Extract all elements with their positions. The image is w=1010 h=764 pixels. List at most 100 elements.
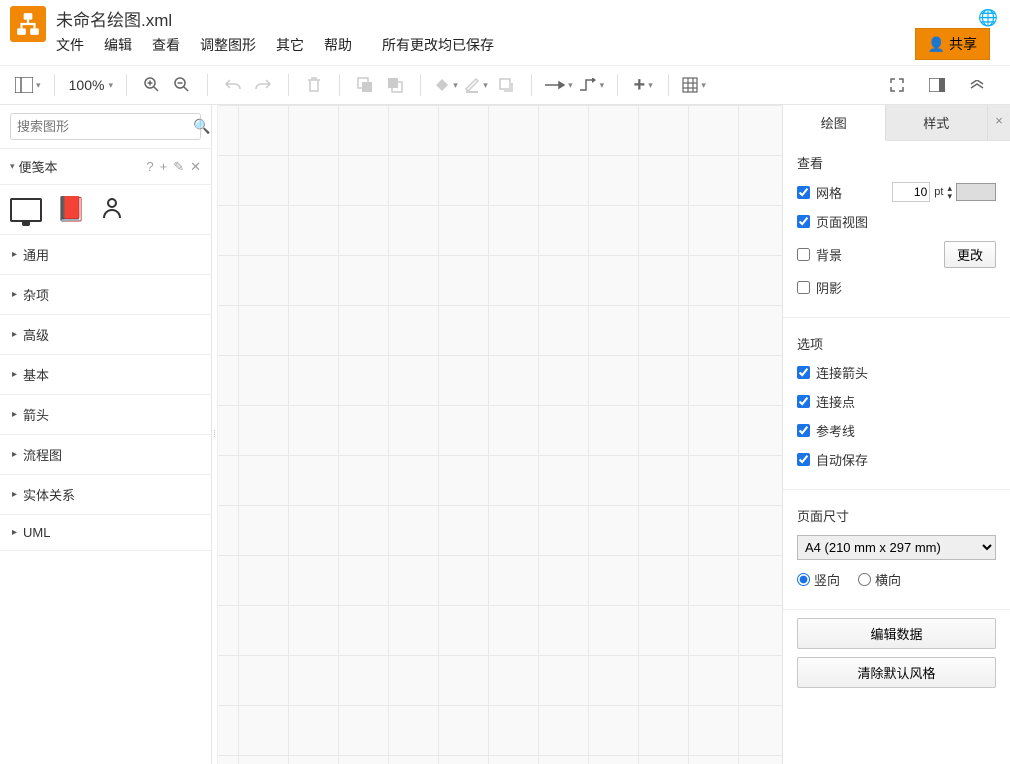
scratchpad-label: 便笺本: [19, 157, 147, 176]
menu-help[interactable]: 帮助: [324, 35, 352, 55]
stepper-icon[interactable]: ▴▾: [947, 184, 952, 200]
language-icon[interactable]: 🌐: [978, 8, 998, 28]
grid-unit: pt: [934, 186, 943, 198]
menu-extras[interactable]: 其它: [276, 35, 304, 55]
category-uml[interactable]: UML: [0, 515, 211, 551]
scratchpad-shapes: 📕: [0, 185, 211, 234]
document-title[interactable]: 未命名绘图.xml: [56, 6, 172, 31]
add-icon[interactable]: +: [160, 159, 168, 175]
pagesize-select[interactable]: A4 (210 mm x 297 mm): [797, 535, 996, 560]
divider: [783, 317, 1010, 318]
points-checkbox[interactable]: [797, 395, 810, 408]
toolbar: 100% +: [0, 65, 1010, 105]
person-shape-icon[interactable]: [100, 196, 124, 223]
help-icon[interactable]: ?: [146, 159, 153, 175]
app-logo: [10, 6, 46, 42]
to-front-icon[interactable]: [353, 72, 377, 98]
grid-size-input[interactable]: [892, 182, 930, 202]
clear-styles-button[interactable]: 清除默认风格: [797, 657, 996, 688]
person-icon: 👤: [928, 36, 945, 53]
share-button[interactable]: 👤 共享: [915, 28, 990, 60]
view-section: 查看 网格 pt ▴▾ 页面视图 背景 更改 阴影: [783, 141, 1010, 313]
category-er[interactable]: 实体关系: [0, 475, 211, 515]
divider: [783, 489, 1010, 490]
shadow-row: 阴影: [797, 278, 996, 297]
category-advanced[interactable]: 高级: [0, 315, 211, 355]
guides-row: 参考线: [797, 421, 996, 440]
monitor-shape-icon[interactable]: [10, 198, 42, 222]
autosave-checkbox[interactable]: [797, 453, 810, 466]
separator: [617, 74, 618, 96]
sidebar: 🔍 ▾ 便笺本 ? + ✎ ✕ 📕 通用 杂项 高级 基本 箭头 流程图 实体关…: [0, 105, 212, 764]
share-label: 共享: [949, 34, 977, 54]
menu-arrange[interactable]: 调整图形: [200, 35, 256, 55]
menu-file[interactable]: 文件: [56, 35, 84, 55]
category-flowchart[interactable]: 流程图: [0, 435, 211, 475]
fill-color-dropdown[interactable]: [434, 72, 458, 98]
table-dropdown[interactable]: [682, 72, 706, 98]
view-mode-dropdown[interactable]: [15, 72, 41, 98]
redo-icon[interactable]: [251, 72, 275, 98]
collapse-icon[interactable]: [965, 72, 989, 98]
category-basic[interactable]: 基本: [0, 355, 211, 395]
search-box[interactable]: 🔍: [10, 113, 201, 140]
scratchpad-header[interactable]: ▾ 便笺本 ? + ✎ ✕: [0, 148, 211, 185]
fullscreen-icon[interactable]: [885, 72, 909, 98]
tab-diagram[interactable]: 绘图: [783, 105, 886, 141]
connection-dropdown[interactable]: [545, 72, 573, 98]
menu-view[interactable]: 查看: [152, 35, 180, 55]
shadow-icon[interactable]: [494, 72, 518, 98]
to-back-icon[interactable]: [383, 72, 407, 98]
change-button[interactable]: 更改: [944, 241, 996, 268]
zoom-dropdown[interactable]: 100%: [68, 72, 114, 98]
shadow-label: 阴影: [816, 278, 996, 297]
pageview-row: 页面视图: [797, 212, 996, 231]
grid-color-swatch[interactable]: [956, 183, 996, 201]
options-section: 选项 连接箭头 连接点 参考线 自动保存: [783, 322, 1010, 485]
zoom-in-icon[interactable]: [140, 72, 164, 98]
line-color-dropdown[interactable]: [464, 72, 488, 98]
format-panel-icon[interactable]: [925, 72, 949, 98]
grid-row: 网格 pt ▴▾: [797, 182, 996, 202]
background-label: 背景: [816, 245, 938, 264]
delete-icon[interactable]: [302, 72, 326, 98]
save-status: 所有更改均已保存: [382, 35, 494, 55]
guides-checkbox[interactable]: [797, 424, 810, 437]
arrows-label: 连接箭头: [816, 363, 996, 382]
format-panel: 绘图 样式 × 查看 网格 pt ▴▾ 页面视图 背景: [782, 105, 1010, 764]
guides-label: 参考线: [816, 421, 996, 440]
waypoint-dropdown[interactable]: [579, 72, 605, 98]
grid-checkbox[interactable]: [797, 186, 810, 199]
category-list: 通用 杂项 高级 基本 箭头 流程图 实体关系 UML: [0, 234, 211, 551]
zoom-out-icon[interactable]: [170, 72, 194, 98]
landscape-radio[interactable]: [858, 573, 871, 586]
search-icon[interactable]: 🔍: [193, 118, 210, 135]
category-general[interactable]: 通用: [0, 235, 211, 275]
background-row: 背景 更改: [797, 241, 996, 268]
tab-style[interactable]: 样式: [886, 105, 989, 140]
menu-edit[interactable]: 编辑: [104, 35, 132, 55]
search-input[interactable]: [17, 119, 193, 134]
shadow-checkbox[interactable]: [797, 281, 810, 294]
options-title: 选项: [797, 334, 996, 353]
pageview-checkbox[interactable]: [797, 215, 810, 228]
background-checkbox[interactable]: [797, 248, 810, 261]
grid-size-control: pt ▴▾: [892, 182, 996, 202]
toolbar-right: [882, 72, 998, 98]
book-shape-icon[interactable]: 📕: [56, 195, 86, 224]
separator: [207, 74, 208, 96]
canvas[interactable]: [218, 105, 782, 764]
undo-icon[interactable]: [221, 72, 245, 98]
insert-dropdown[interactable]: +: [631, 72, 655, 98]
category-arrows[interactable]: 箭头: [0, 395, 211, 435]
category-misc[interactable]: 杂项: [0, 275, 211, 315]
view-title: 查看: [797, 153, 996, 172]
divider: [783, 609, 1010, 610]
close-panel-icon[interactable]: ×: [988, 105, 1010, 140]
arrows-checkbox[interactable]: [797, 366, 810, 379]
edit-icon[interactable]: ✎: [173, 159, 184, 175]
portrait-radio[interactable]: [797, 573, 810, 586]
title-row: 未命名绘图.xml: [56, 6, 1000, 31]
close-icon[interactable]: ✕: [190, 159, 201, 175]
edit-data-button[interactable]: 编辑数据: [797, 618, 996, 649]
